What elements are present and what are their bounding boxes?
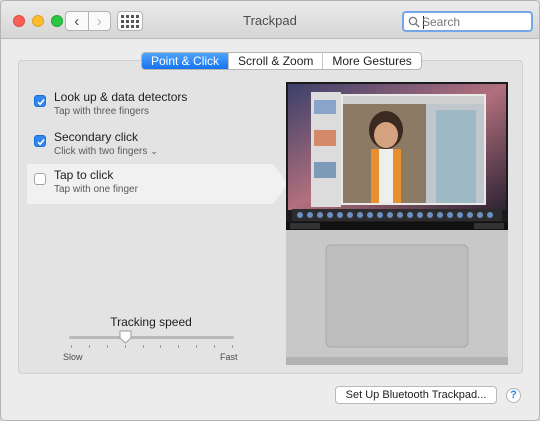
tab-point-click[interactable]: Point & Click xyxy=(142,53,229,69)
slider-tick xyxy=(160,345,162,348)
secondary-click-menu[interactable]: Click with two fingers ⌄ xyxy=(54,146,158,157)
option-subtitle: Click with two fingers xyxy=(54,146,148,157)
option-title: Look up & data detectors xyxy=(54,90,188,104)
slider-tick xyxy=(178,345,180,348)
slider-tick xyxy=(196,345,198,348)
preferences-window: ‹ › Trackpad Point & Click Scroll & Zoom… xyxy=(0,0,540,421)
tracking-speed-thumb[interactable] xyxy=(119,330,132,344)
slow-label: Slow xyxy=(63,352,83,362)
slider-tick xyxy=(142,345,144,348)
tracking-speed-label: Tracking speed xyxy=(110,315,192,329)
help-button[interactable]: ? xyxy=(506,388,521,403)
tracking-speed-track[interactable] xyxy=(69,336,234,339)
slider-tick xyxy=(88,345,90,348)
gesture-preview-image xyxy=(286,82,508,365)
title-bar: ‹ › Trackpad xyxy=(1,1,539,39)
checkmark-icon xyxy=(37,98,45,106)
look-up-checkbox[interactable] xyxy=(34,95,46,107)
search-field[interactable] xyxy=(402,11,533,32)
slider-tick xyxy=(232,345,233,348)
macbook-preview-illustration xyxy=(286,82,508,365)
option-title: Secondary click xyxy=(54,130,139,144)
slider-tick xyxy=(124,345,126,348)
option-look-up[interactable]: Look up & data detectors Tap with three … xyxy=(27,86,273,126)
fast-label: Fast xyxy=(220,352,238,362)
magnifier-icon xyxy=(408,16,420,28)
option-title: Tap to click xyxy=(54,168,114,182)
setup-bluetooth-trackpad-button[interactable]: Set Up Bluetooth Trackpad... xyxy=(335,386,497,404)
tap-to-click-checkbox[interactable] xyxy=(34,173,46,185)
slider-tick xyxy=(71,345,72,348)
chevron-down-icon[interactable]: ⌄ xyxy=(150,146,158,156)
checkmark-icon xyxy=(37,138,45,146)
slider-tick xyxy=(106,345,108,348)
tab-more-gestures[interactable]: More Gestures xyxy=(322,53,420,69)
option-tap-to-click[interactable]: Tap to click Tap with one finger xyxy=(27,164,288,204)
option-subtitle: Tap with three fingers xyxy=(54,106,150,117)
option-secondary-click[interactable]: Secondary click Click with two fingers ⌄ xyxy=(27,126,273,166)
secondary-click-checkbox[interactable] xyxy=(34,135,46,147)
tab-scroll-zoom[interactable]: Scroll & Zoom xyxy=(228,53,322,69)
option-subtitle: Tap with one finger xyxy=(54,184,138,195)
slider-tick xyxy=(214,345,216,348)
tab-bar: Point & Click Scroll & Zoom More Gesture… xyxy=(141,52,422,70)
search-input[interactable] xyxy=(422,14,527,30)
